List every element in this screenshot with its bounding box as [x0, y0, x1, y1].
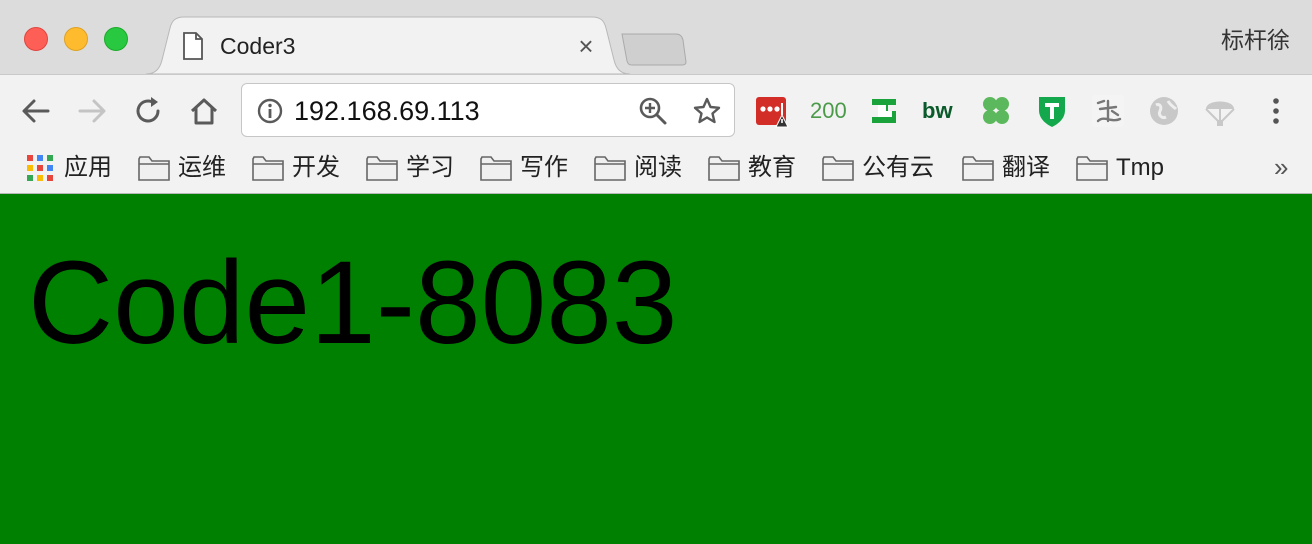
- clover-extension-icon[interactable]: [978, 93, 1014, 129]
- grammarly-extension-icon[interactable]: [866, 93, 902, 129]
- http-status-200-label[interactable]: 200: [810, 97, 847, 125]
- browser-toolbar: 192.168.69.113 200 bw: [0, 74, 1312, 146]
- bookmark-folder[interactable]: 教育: [708, 150, 796, 186]
- bookmark-folder[interactable]: 写作: [480, 150, 568, 186]
- bookmark-folder-label: 学习: [406, 154, 454, 181]
- folder-icon: [366, 156, 398, 181]
- bookmark-folder-label: 运维: [178, 154, 226, 181]
- bookmark-folder-label: 翻译: [1002, 154, 1050, 181]
- close-window-button[interactable]: [24, 27, 48, 51]
- folder-icon: [252, 156, 284, 181]
- apps-grid-icon: [27, 155, 53, 181]
- bookmark-folder-label: 开发: [292, 154, 340, 181]
- bw-extension-label[interactable]: bw: [922, 97, 953, 125]
- bookmarks-overflow-icon[interactable]: »: [1274, 150, 1288, 184]
- bookmark-folder-label: 写作: [520, 154, 568, 181]
- url-text[interactable]: 192.168.69.113: [294, 96, 480, 126]
- bookmark-folder[interactable]: 运维: [138, 150, 226, 186]
- new-tab-button[interactable]: [620, 32, 688, 66]
- folder-icon: [962, 156, 994, 181]
- bookmark-folder-label: Tmp: [1116, 154, 1164, 181]
- title-bar: Coder3 × 标杆徐: [0, 0, 1312, 76]
- forward-arrow-icon[interactable]: [74, 93, 110, 129]
- tab-title: Coder3: [220, 33, 296, 59]
- profile-name[interactable]: 标杆徐: [1221, 26, 1290, 54]
- document-icon: [183, 32, 203, 60]
- bookmark-folder[interactable]: 翻译: [962, 150, 1050, 186]
- bookmarks-bar: 应用 运维 开发 学习 写作 阅读 教育 公有云 翻译 Tmp »: [0, 146, 1312, 194]
- bookmark-folder[interactable]: 公有云: [822, 150, 934, 186]
- bookmark-folder[interactable]: 阅读: [594, 150, 682, 186]
- folder-icon: [480, 156, 512, 181]
- bookmark-folder[interactable]: 学习: [366, 150, 454, 186]
- minimize-window-button[interactable]: [64, 27, 88, 51]
- parachute-extension-icon[interactable]: [1202, 93, 1238, 129]
- folder-icon: [138, 156, 170, 181]
- home-icon[interactable]: [186, 93, 222, 129]
- tab-active[interactable]: Coder3 ×: [146, 16, 630, 76]
- bookmark-apps[interactable]: 应用: [26, 150, 112, 186]
- back-arrow-icon[interactable]: [18, 93, 54, 129]
- bookmark-folder[interactable]: Tmp: [1076, 150, 1164, 186]
- reload-icon[interactable]: [130, 93, 166, 129]
- globe-extension-icon[interactable]: [1146, 93, 1182, 129]
- maximize-window-button[interactable]: [104, 27, 128, 51]
- folder-icon: [708, 156, 740, 181]
- folder-icon: [822, 156, 854, 181]
- bookmark-folder-label: 教育: [748, 154, 796, 181]
- zoom-icon[interactable]: [638, 96, 668, 126]
- bookmark-folder[interactable]: 开发: [252, 150, 340, 186]
- bookmark-star-icon[interactable]: [692, 96, 722, 126]
- lastpass-extension-icon[interactable]: [754, 93, 790, 129]
- folder-icon: [594, 156, 626, 181]
- close-tab-icon[interactable]: ×: [574, 32, 598, 60]
- bookmark-folder-label: 公有云: [862, 154, 934, 181]
- calligraphy-extension-icon[interactable]: [1090, 93, 1126, 129]
- page-heading: Code1-8083: [28, 237, 678, 369]
- page-content: Code1-8083: [0, 195, 1312, 544]
- shield-t-extension-icon[interactable]: [1034, 93, 1070, 129]
- bookmark-folder-label: 阅读: [634, 154, 682, 181]
- folder-icon: [1076, 156, 1108, 181]
- more-menu-icon[interactable]: [1258, 93, 1294, 129]
- tab-shape: [146, 16, 630, 75]
- address-bar[interactable]: 192.168.69.113: [241, 83, 735, 137]
- bookmark-apps-label: 应用: [64, 154, 112, 181]
- info-icon[interactable]: [256, 97, 284, 125]
